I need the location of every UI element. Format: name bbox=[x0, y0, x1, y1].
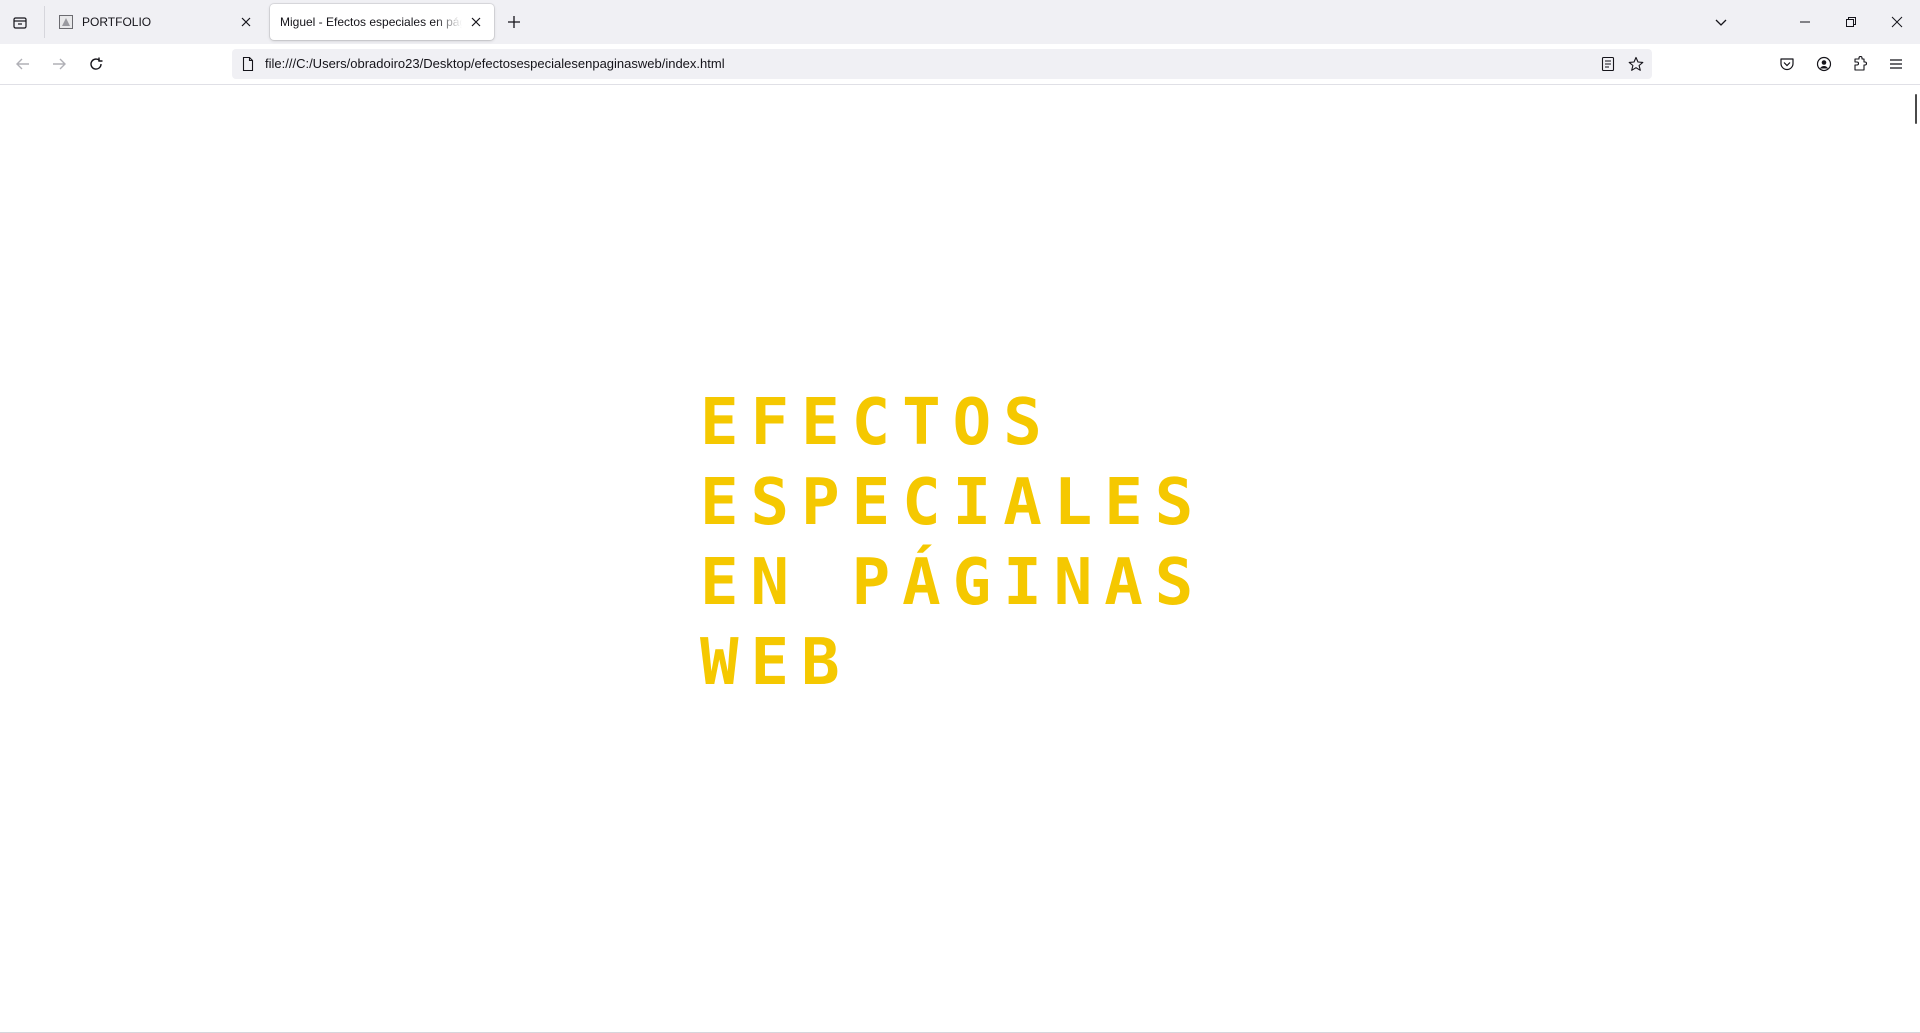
page-content: EFECTOS ESPECIALES EN PÁGINAS WEB bbox=[0, 85, 1920, 1033]
tab-title: Miguel - Efectos especiales en páginas w… bbox=[280, 15, 462, 29]
heading-line: ESPECIALES bbox=[700, 466, 1206, 540]
hamburger-menu-icon[interactable] bbox=[1884, 52, 1908, 76]
tab-separator bbox=[44, 6, 45, 38]
navigation-bar: file:///C:/Users/obradoiro23/Desktop/efe… bbox=[0, 44, 1920, 85]
heading-line: WEB bbox=[700, 626, 852, 700]
account-icon[interactable] bbox=[1812, 52, 1836, 76]
scrollbar-thumb[interactable] bbox=[1915, 94, 1917, 124]
url-text[interactable]: file:///C:/Users/obradoiro23/Desktop/efe… bbox=[265, 49, 725, 79]
tab-portfolio[interactable]: PORTFOLIO bbox=[48, 4, 264, 40]
close-tab-icon[interactable] bbox=[238, 14, 254, 30]
tab-efectos[interactable]: Miguel - Efectos especiales en páginas w… bbox=[270, 4, 494, 40]
tab-title: PORTFOLIO bbox=[82, 15, 152, 29]
close-icon[interactable] bbox=[1874, 0, 1920, 44]
extensions-icon[interactable] bbox=[1848, 52, 1872, 76]
plus-icon[interactable] bbox=[502, 10, 526, 34]
browser-window: PORTFOLIO Miguel - Efectos especiales en… bbox=[0, 0, 1920, 1033]
tab-list-icon[interactable] bbox=[8, 11, 32, 35]
tab-strip: PORTFOLIO Miguel - Efectos especiales en… bbox=[0, 0, 1920, 44]
reload-icon[interactable] bbox=[84, 52, 108, 76]
back-arrow-icon[interactable] bbox=[11, 52, 35, 76]
heading-line: EFECTOS bbox=[700, 386, 1054, 460]
star-icon[interactable] bbox=[1628, 56, 1644, 72]
url-bar[interactable]: file:///C:/Users/obradoiro23/Desktop/efe… bbox=[232, 49, 1652, 79]
close-tab-icon[interactable] bbox=[468, 14, 484, 30]
forward-arrow-icon[interactable] bbox=[47, 52, 71, 76]
page-icon bbox=[240, 56, 256, 72]
page-heading: EFECTOS ESPECIALES EN PÁGINAS WEB bbox=[700, 383, 1300, 703]
reader-view-icon[interactable] bbox=[1600, 56, 1616, 72]
portfolio-favicon-icon bbox=[58, 14, 74, 30]
chevron-down-icon[interactable] bbox=[1698, 0, 1744, 44]
heading-line: EN PÁGINAS bbox=[700, 546, 1206, 620]
pocket-icon[interactable] bbox=[1775, 52, 1799, 76]
minimize-icon[interactable] bbox=[1782, 0, 1828, 44]
restore-icon[interactable] bbox=[1828, 0, 1874, 44]
